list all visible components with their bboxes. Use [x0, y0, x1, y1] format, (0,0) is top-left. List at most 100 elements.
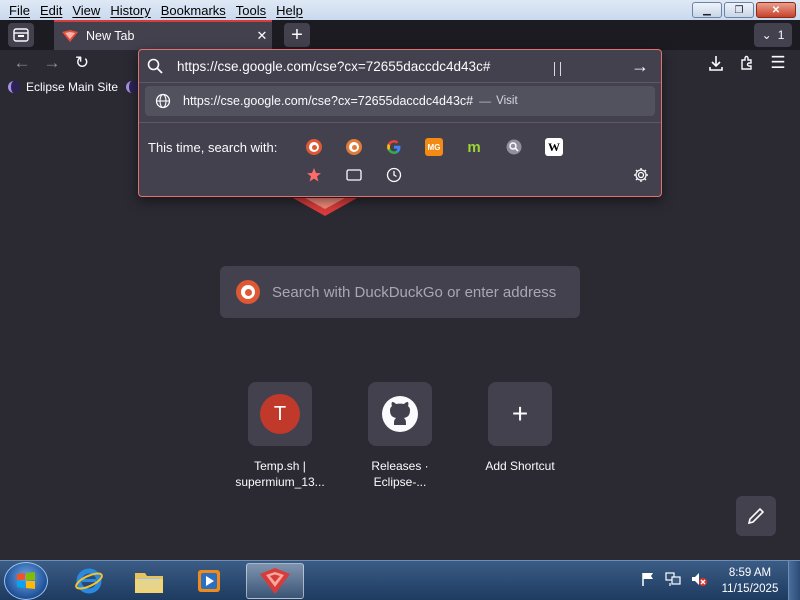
shortcut-temp-sh[interactable]: T Temp.sh | supermium_13... — [230, 382, 330, 490]
start-button[interactable] — [4, 562, 48, 600]
taskbar-media-player[interactable] — [180, 563, 238, 599]
window-controls: ▁ ❐ ✕ — [692, 2, 796, 18]
menu-edit[interactable]: Edit — [35, 3, 67, 18]
duckduckgo-icon — [236, 280, 260, 304]
action-center-flag-icon[interactable] — [640, 571, 656, 587]
search-icon — [147, 58, 163, 74]
duckduckgo-icon — [306, 139, 322, 155]
taskbar-browser[interactable] — [246, 563, 304, 599]
media-player-icon — [198, 570, 220, 592]
tabs-mode-button[interactable] — [345, 166, 363, 184]
engine-search-button[interactable] — [505, 138, 523, 156]
clock-icon — [386, 167, 402, 183]
urlbar-dropdown: https://cse.google.com/cse?cx=72655daccd… — [138, 49, 662, 197]
close-window-button[interactable]: ✕ — [756, 2, 796, 18]
wikipedia-icon: W — [548, 139, 560, 154]
bookmark-label: Eclipse Main Site — [26, 80, 119, 94]
hamburger-icon: ☰ — [770, 53, 786, 72]
internet-explorer-icon — [75, 568, 103, 594]
extensions-button[interactable] — [735, 52, 759, 74]
search-with-label: This time, search with: — [148, 140, 278, 155]
reload-icon: ↻ — [74, 53, 90, 72]
customize-button[interactable] — [736, 496, 776, 536]
magnifier-engine-icon — [506, 139, 522, 155]
history-mode-button[interactable] — [385, 166, 403, 184]
google-icon — [387, 140, 401, 154]
chevron-down-icon: ⌄ — [761, 28, 772, 42]
suggestion-url: https://cse.google.com/cse?cx=72655daccd… — [183, 94, 474, 108]
globe-icon — [155, 93, 171, 109]
shortcut-tile: T — [248, 382, 312, 446]
back-arrow-icon: ← — [13, 53, 31, 72]
eclipse-logo-icon — [8, 81, 20, 93]
volume-muted-icon[interactable] — [690, 571, 708, 587]
tab-new-tab[interactable]: New Tab ✕ — [54, 20, 272, 50]
tab-close-icon[interactable]: ✕ — [252, 28, 272, 44]
browser-logo-icon — [293, 198, 357, 216]
taskbar-internet-explorer[interactable] — [60, 563, 118, 599]
menu-view[interactable]: View — [67, 3, 105, 18]
engine-duckduckgo-button[interactable] — [305, 138, 323, 156]
download-icon — [709, 56, 723, 71]
menu-help[interactable]: Help — [271, 3, 308, 18]
pencil-icon — [747, 507, 765, 525]
shortcut-releases[interactable]: Releases · Eclipse-... — [350, 382, 450, 490]
new-tab-button[interactable]: + — [284, 23, 310, 47]
m-logo-icon: m — [467, 138, 481, 156]
engine-m-button[interactable]: m — [465, 138, 483, 156]
plus-icon: + — [511, 398, 529, 429]
suggestion-dash: — — [479, 94, 492, 108]
url-suggestion-row[interactable]: https://cse.google.com/cse?cx=72655daccd… — [145, 86, 655, 116]
clock-time: 8:59 AM — [728, 567, 772, 579]
engine-duckduckgo-2-button[interactable] — [345, 138, 363, 156]
show-desktop-button[interactable] — [788, 561, 800, 600]
search-box[interactable]: Search with DuckDuckGo or enter address — [220, 266, 580, 318]
menu-tools[interactable]: Tools — [231, 3, 271, 18]
clock-date: 11/15/2025 — [721, 583, 779, 595]
minimize-button[interactable]: ▁ — [692, 2, 722, 18]
tab-icon — [346, 169, 362, 181]
add-shortcut-button[interactable]: + Add Shortcut — [470, 382, 570, 474]
bookmarks-mode-button[interactable] — [305, 166, 323, 184]
reload-button[interactable]: ↻ — [70, 52, 94, 74]
taskbar-file-explorer[interactable] — [120, 563, 178, 599]
firefox-view-button[interactable] — [8, 23, 34, 47]
taskbar-clock[interactable]: 8:59 AM 11/15/2025 — [716, 565, 784, 597]
go-arrow-icon[interactable]: → — [627, 56, 653, 77]
puzzle-icon — [741, 55, 752, 70]
engine-google-button[interactable] — [385, 138, 403, 156]
folder-icon — [135, 573, 163, 593]
eclipse-logo-icon-2 — [126, 81, 139, 93]
browser-logo-icon — [260, 568, 290, 594]
search-placeholder: Search with DuckDuckGo or enter address — [272, 283, 557, 301]
bookmark-item[interactable]: Eclipse Main Site — [8, 80, 118, 94]
downloads-button[interactable] — [704, 52, 728, 74]
back-button[interactable]: ← — [10, 52, 34, 74]
tab-favicon-icon — [62, 30, 78, 42]
search-settings-button[interactable] — [632, 166, 650, 184]
restore-button[interactable]: ❐ — [724, 2, 754, 18]
system-tray — [640, 571, 708, 587]
network-icon[interactable] — [664, 571, 682, 587]
github-icon — [382, 396, 418, 432]
windows-taskbar: 8:59 AM 11/15/2025 — [0, 560, 800, 600]
text-cursor-icon — [554, 62, 561, 76]
menu-bar: File Edit View History Bookmarks Tools H… — [0, 0, 800, 20]
list-all-tabs-button[interactable]: ⌄ 1 — [754, 23, 792, 47]
star-icon — [307, 168, 321, 182]
urlbar-input[interactable]: https://cse.google.com/cse?cx=72655daccd… — [147, 52, 653, 80]
tab-strip: New Tab ✕ + ⌄ 1 — [0, 20, 800, 50]
forward-button[interactable]: → — [40, 52, 64, 74]
firefox-view-icon — [13, 28, 29, 42]
windows-logo-icon — [17, 572, 35, 589]
tab-title: New Tab — [86, 29, 135, 43]
engine-wikipedia-button[interactable]: W — [545, 138, 563, 156]
menu-file[interactable]: File — [4, 3, 35, 18]
menu-history[interactable]: History — [105, 3, 155, 18]
forward-arrow-icon: → — [43, 53, 61, 72]
menu-bookmarks[interactable]: Bookmarks — [156, 3, 231, 18]
engine-mg-button[interactable]: MG — [425, 138, 443, 156]
gear-icon — [634, 168, 648, 182]
app-menu-button[interactable]: ☰ — [766, 52, 790, 74]
divider — [139, 122, 661, 123]
